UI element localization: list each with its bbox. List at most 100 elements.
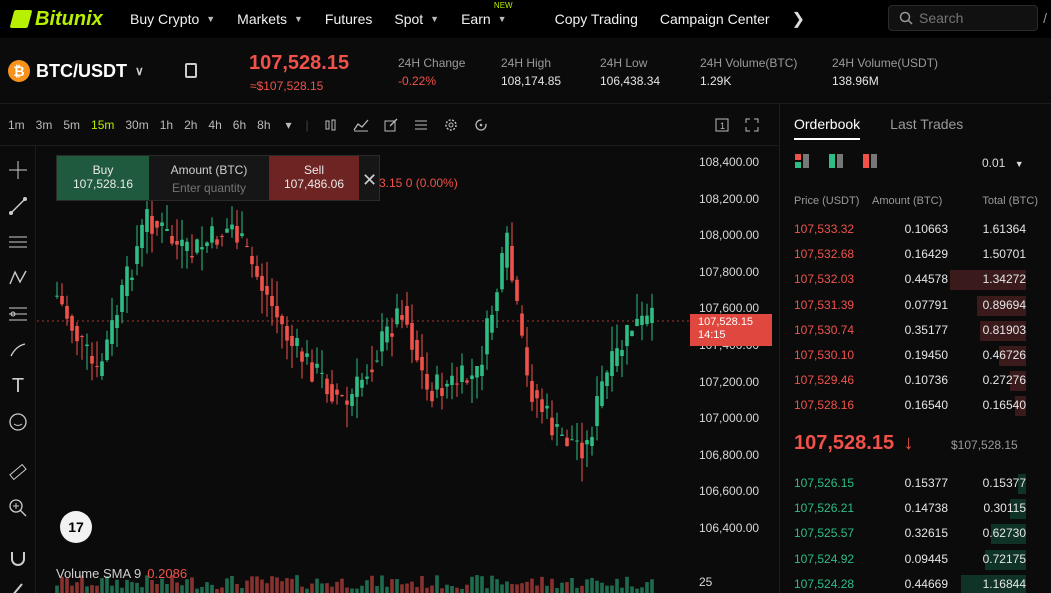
close-icon[interactable]: ✕ (362, 170, 377, 191)
pair-selector[interactable]: ₿ BTC/USDT ∨ (8, 60, 144, 82)
nav-item-buy-crypto[interactable]: Buy Crypto ▼ (130, 11, 215, 27)
ask-row[interactable]: 107,533.32 0.10663 1.61364 (780, 218, 1051, 240)
ask-row[interactable]: 107,530.74 0.35177 0.81903 (780, 319, 1051, 341)
orderbook-total: 0.46726 (982, 348, 1026, 362)
price-chart[interactable] (37, 146, 779, 593)
timeframe-6h[interactable]: 6h (233, 118, 246, 132)
ask-row[interactable]: 107,532.68 0.16429 1.50701 (780, 243, 1051, 265)
stat-24h-low: 24H Low 106,438.34 (600, 56, 660, 88)
bid-row[interactable]: 107,524.92 0.09445 0.72175 (780, 548, 1051, 570)
candle-type-icon[interactable] (323, 117, 339, 133)
volume-bar (395, 579, 399, 593)
timeframe-4h[interactable]: 4h (208, 118, 221, 132)
view-asks-icon[interactable] (863, 154, 877, 168)
nav-item-label: Buy Crypto (130, 11, 200, 27)
magnet-icon[interactable] (6, 546, 30, 570)
timeframe-3m[interactable]: 3m (36, 118, 53, 132)
timeframe-30m[interactable]: 30m (125, 118, 148, 132)
nav-item-markets[interactable]: Markets ▼ (237, 11, 303, 27)
layout-list-icon[interactable] (413, 117, 429, 133)
favorite-icon[interactable] (185, 63, 197, 78)
ask-row[interactable]: 107,528.16 0.16540 0.16540 (780, 394, 1051, 417)
ticker-bar: ₿ BTC/USDT ∨ 107,528.15 ≈$107,528.15 24H… (0, 38, 1051, 104)
candle-body (380, 331, 384, 352)
nav-item-earn[interactable]: Earn ▼ NEW (461, 1, 513, 27)
volume-bar (575, 587, 579, 593)
candle-body (175, 241, 179, 245)
quick-sell-button[interactable]: Sell 107,486.06 (269, 156, 359, 200)
ask-row[interactable]: 107,532.03 0.44578 1.34272 (780, 268, 1051, 291)
timeframe-more-chevron[interactable]: ▾ (286, 118, 292, 132)
tab-last-trades[interactable]: Last Trades (890, 116, 963, 140)
horizontal-lines-icon[interactable] (6, 230, 30, 254)
candle-body (445, 383, 449, 387)
nav-item-spot[interactable]: Spot ▼ (394, 11, 439, 27)
tab-orderbook[interactable]: Orderbook (794, 116, 861, 140)
orderbook-amount: 0.19450 (904, 348, 948, 362)
timeframe-2h[interactable]: 2h (184, 118, 197, 132)
timeframe-8h[interactable]: 8h (257, 118, 270, 132)
emoji-icon[interactable] (6, 410, 30, 434)
fullscreen-icon[interactable] (744, 117, 760, 133)
candle-body (150, 216, 154, 234)
tradingview-logo[interactable]: 17 (60, 511, 92, 543)
amount-input[interactable] (159, 181, 259, 195)
text-tool-icon[interactable]: T (6, 374, 30, 398)
volume-bar (235, 583, 239, 593)
ask-row[interactable]: 107,530.10 0.19450 0.46726 (780, 344, 1051, 366)
view-both-icon[interactable] (795, 154, 809, 168)
timeframe-15m[interactable]: 15m (91, 118, 114, 132)
bid-row[interactable]: 107,525.57 0.32615 0.62730 (780, 522, 1051, 545)
search-input[interactable] (919, 10, 1019, 26)
volume-indicator-label[interactable]: Volume SMA 9 0.2086 (56, 566, 187, 581)
timeframe-5m[interactable]: 5m (63, 118, 80, 132)
volume-bar (185, 579, 189, 593)
volume-bar (595, 580, 599, 593)
precision-select[interactable]: 0.01 ▼ (982, 156, 1024, 170)
candlestick-chart[interactable] (37, 146, 779, 593)
ruler-icon[interactable] (6, 460, 30, 484)
bid-row[interactable]: 107,526.15 0.15377 0.15377 (780, 472, 1051, 494)
nav-item-campaign-center[interactable]: Campaign Center (660, 11, 770, 27)
timeframe-1m[interactable]: 1m (8, 118, 25, 132)
stat-value: -0.22% (398, 74, 437, 88)
nav-item-copy-trading[interactable]: Copy Trading (555, 11, 638, 27)
chevron-right-icon[interactable]: ❯ (792, 9, 805, 29)
quick-buy-button[interactable]: Buy 107,528.16 (57, 156, 149, 200)
drawing-icon[interactable] (383, 117, 399, 133)
single-chart-icon[interactable]: 1 (714, 117, 730, 133)
pencil-lock-icon[interactable] (6, 578, 30, 593)
stat-value: 138.96M (832, 74, 879, 88)
indicators-icon[interactable] (353, 117, 369, 133)
candle-body (605, 372, 609, 386)
bid-row[interactable]: 107,526.21 0.14738 0.30115 (780, 497, 1051, 520)
fib-icon[interactable] (6, 302, 30, 326)
candle-body (410, 323, 414, 350)
candle-body (250, 256, 254, 265)
refresh-icon[interactable] (473, 117, 489, 133)
zoom-in-icon[interactable] (6, 496, 30, 520)
brush-icon[interactable] (6, 338, 30, 362)
trend-line-icon[interactable] (6, 194, 30, 218)
candle-body (195, 239, 199, 253)
chart-toolbar: 1m 3m 5m 15m 30m 1h 2h 4h 6h 8h ▾ | 1 (0, 104, 778, 146)
candle-body (140, 224, 144, 248)
candle-body (565, 437, 569, 447)
nav-item-futures[interactable]: Futures (325, 11, 372, 27)
search-box[interactable]: / (888, 5, 1047, 31)
ask-row[interactable]: 107,529.46 0.10736 0.27276 (780, 369, 1051, 392)
ask-row[interactable]: 107,531.39 0.07791 0.89694 (780, 294, 1051, 316)
candle-body (160, 222, 164, 226)
pattern-icon[interactable] (6, 266, 30, 290)
chart-legend: 3.15 0 (0.00%) (379, 176, 458, 190)
bitunix-logo[interactable]: Bitunix (9, 8, 130, 31)
orderbook-price: 107,531.39 (794, 297, 855, 312)
bid-row[interactable]: 107,524.28 0.44669 1.16844 (780, 573, 1051, 593)
view-bids-icon[interactable] (829, 154, 843, 168)
candle-body (425, 374, 429, 390)
crosshair-icon[interactable] (6, 158, 30, 182)
settings-gear-icon[interactable] (443, 117, 459, 133)
orderbook-price: 107,533.32 (794, 222, 855, 236)
timeframe-1h[interactable]: 1h (160, 118, 173, 132)
candle-body (485, 318, 489, 355)
